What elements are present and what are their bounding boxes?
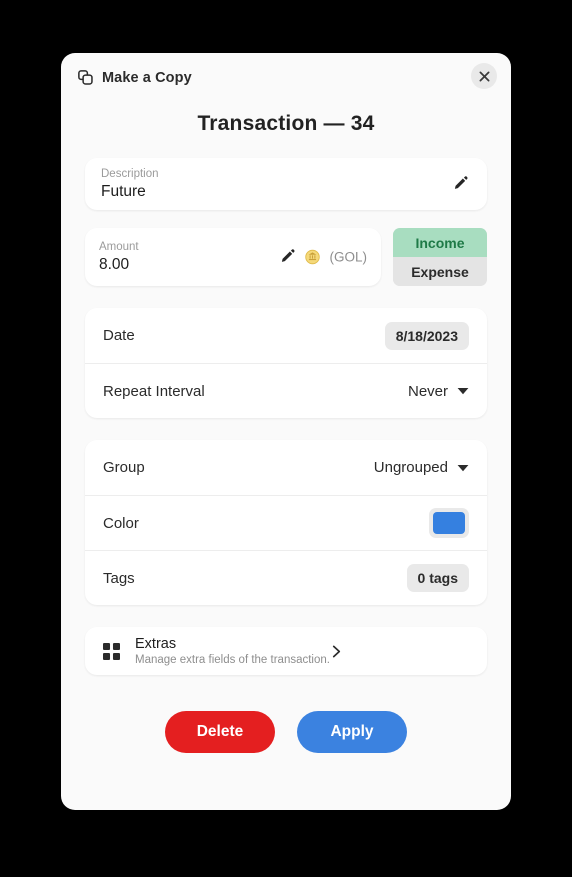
description-value: Future [101, 182, 146, 200]
color-label: Color [103, 514, 139, 532]
color-swatch-button[interactable] [429, 508, 469, 538]
date-label: Date [103, 327, 135, 344]
repeat-interval-label: Repeat Interval [103, 382, 205, 400]
extras-text: Extras Manage extra fields of the transa… [135, 635, 330, 668]
amount-label: Amount [99, 240, 139, 253]
transaction-dialog: Make a Copy Transaction — 34 Description… [61, 53, 511, 810]
repeat-interval-row[interactable]: Repeat Interval Never [85, 363, 487, 418]
screen: Make a Copy Transaction — 34 Description… [0, 0, 572, 877]
close-icon [479, 71, 490, 82]
grid-icon [103, 642, 120, 660]
tags-value[interactable]: 0 tags [406, 564, 469, 592]
toggle-option-expense[interactable]: Expense [393, 257, 487, 286]
amount-controls: (GOL) [279, 249, 367, 266]
tags-row[interactable]: Tags 0 tags [85, 550, 487, 605]
chevron-right-icon [330, 645, 343, 658]
chevron-down-icon [457, 387, 469, 395]
coin-icon [305, 249, 321, 265]
description-field[interactable]: Description Future [85, 158, 487, 210]
color-swatch [433, 512, 465, 534]
toggle-option-income[interactable]: Income [393, 228, 487, 257]
amount-field[interactable]: Amount 8.00 (GOL) [85, 228, 381, 286]
close-button[interactable] [471, 63, 497, 89]
amount-row: Amount 8.00 (GOL) Income Expense [85, 228, 487, 286]
extras-row[interactable]: Extras Manage extra fields of the transa… [85, 627, 487, 675]
extras-subtitle: Manage extra fields of the transaction. [135, 653, 330, 666]
group-label: Group [103, 459, 145, 476]
extras-title: Extras [135, 635, 177, 652]
dialog-titlebar: Make a Copy [61, 53, 511, 102]
chevron-down-icon [457, 464, 469, 472]
delete-button[interactable]: Delete [165, 711, 275, 753]
group-value: Ungrouped [373, 459, 448, 476]
pencil-icon[interactable] [279, 249, 296, 266]
color-row[interactable]: Color [85, 495, 487, 550]
group-row[interactable]: Group Ungrouped [85, 440, 487, 495]
make-a-copy-label: Make a Copy [102, 69, 192, 86]
amount-value: 8.00 [99, 255, 130, 273]
description-label: Description [101, 167, 159, 180]
dialog-footer: Delete Apply [61, 711, 511, 753]
repeat-interval-value: Never [407, 382, 448, 400]
organize-card: Group Ungrouped Color Tags 0 tags [85, 440, 487, 605]
tags-label: Tags [103, 569, 135, 587]
apply-button[interactable]: Apply [297, 711, 407, 753]
group-control[interactable]: Ungrouped [374, 459, 469, 476]
amount-stack: Amount 8.00 [99, 240, 139, 275]
description-stack: Description Future [101, 167, 159, 202]
pencil-icon[interactable] [452, 176, 469, 193]
page-title: Transaction — 34 [197, 112, 375, 135]
make-a-copy-button[interactable]: Make a Copy [77, 69, 192, 86]
copy-icon [77, 69, 94, 86]
repeat-interval-control[interactable]: Never [408, 383, 469, 400]
date-row[interactable]: Date 8/18/2023 [85, 308, 487, 363]
currency-code: (GOL) [329, 249, 367, 265]
date-value[interactable]: 8/18/2023 [384, 321, 469, 350]
schedule-card: Date 8/18/2023 Repeat Interval Never [85, 308, 487, 418]
transaction-type-toggle: Income Expense [393, 228, 487, 286]
